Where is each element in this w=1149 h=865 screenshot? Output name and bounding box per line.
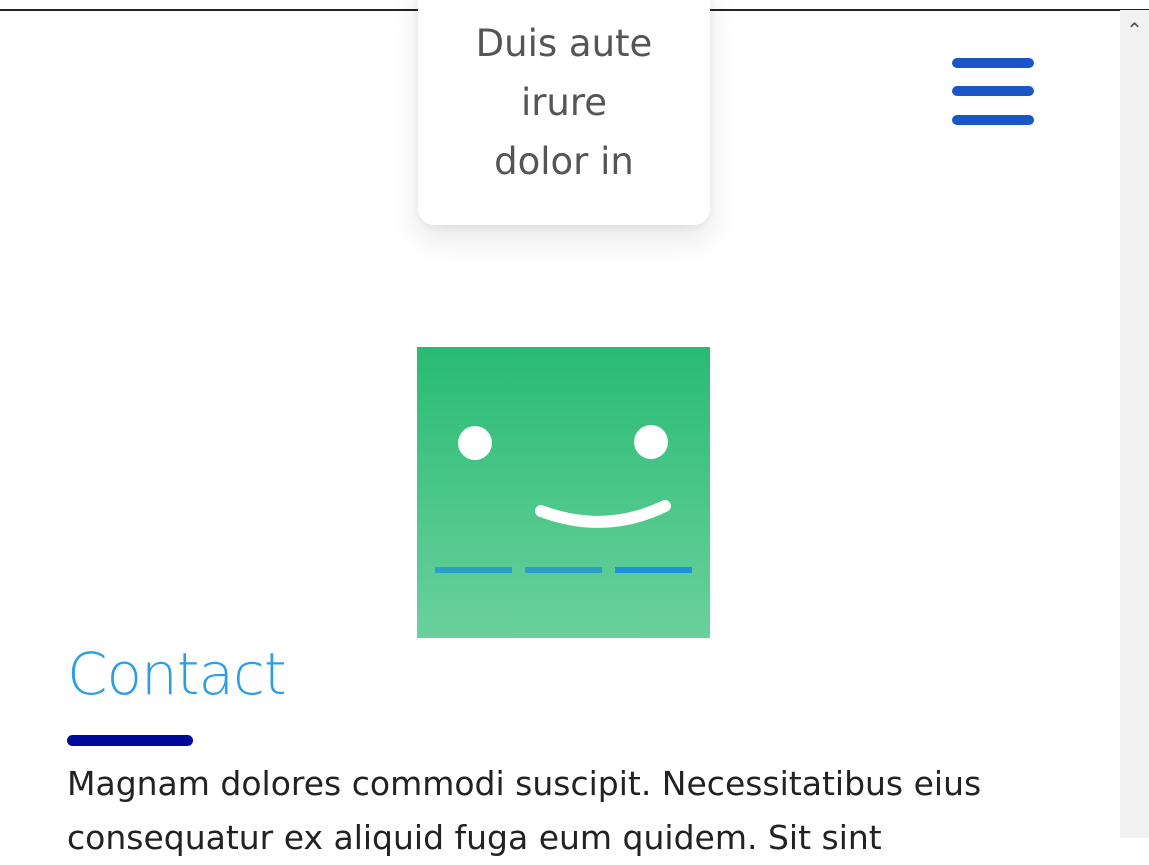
chevron-up-icon[interactable]: ⌃ [1120, 16, 1149, 46]
heading-underline [67, 735, 193, 746]
hamburger-menu-button[interactable] [952, 58, 1034, 130]
dash-3 [615, 567, 692, 573]
contact-description: Magnam dolores commodi suscipit. Necessi… [67, 764, 982, 857]
contact-heading: Contact [67, 640, 287, 708]
right-eye-icon [634, 425, 668, 459]
menu-bar [952, 58, 1034, 68]
menu-bar [952, 115, 1034, 125]
dash-1 [435, 567, 512, 573]
dash-2 [525, 567, 602, 573]
feature-card: Duis aute irure dolor in [418, 0, 710, 225]
smiley-face-logo [417, 347, 710, 638]
left-eye-icon [458, 426, 492, 460]
feature-card-text: Duis aute irure dolor in [475, 22, 653, 183]
menu-bar [952, 86, 1034, 96]
vertical-scrollbar[interactable]: ⌃ [1120, 10, 1149, 838]
